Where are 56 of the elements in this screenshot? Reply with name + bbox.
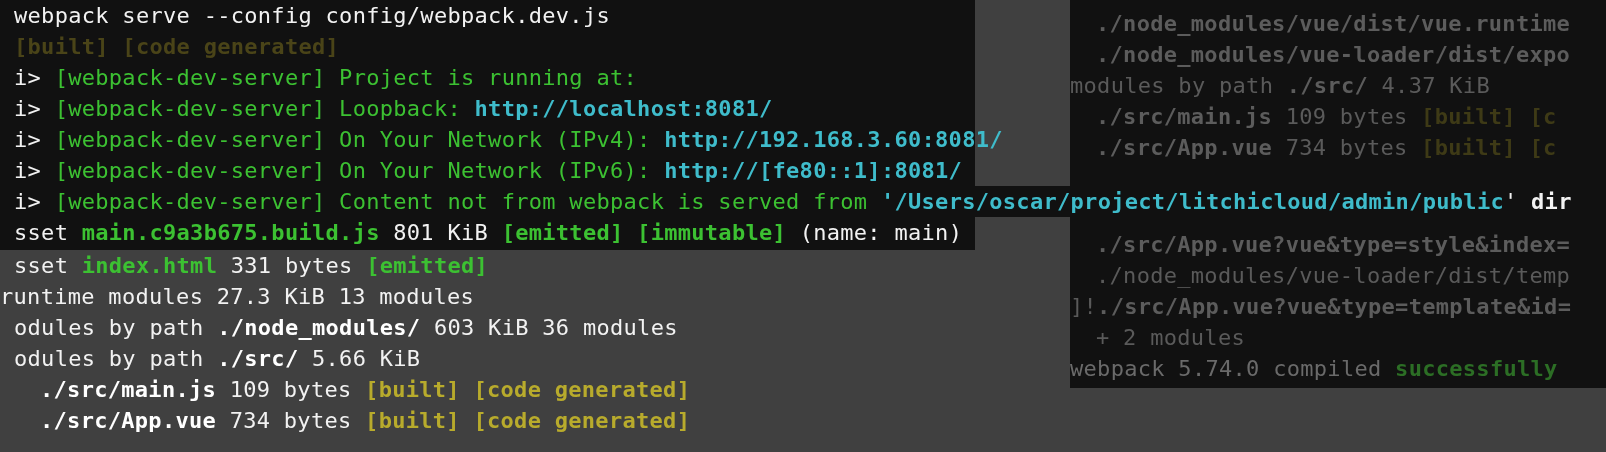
- terminal-text: [webpack-dev-server] Loopback:: [54, 96, 462, 121]
- terminal-text: 331 bytes: [229, 253, 354, 278]
- terminal-text: index.html: [81, 253, 218, 278]
- terminal-text: runtime modules 27.3 KiB 13 modules: [0, 284, 475, 309]
- terminal-text: [built] [code generated]: [365, 377, 691, 402]
- terminal-text: ./node_modules/vue/dist/vue.runtime: [1096, 11, 1571, 36]
- terminal-text: [webpack-dev-server] On Your Network (IPv4):: [54, 127, 652, 152]
- terminal-text: i>: [14, 189, 43, 214]
- terminal-text: sset: [14, 220, 70, 245]
- terminal-text: webpack 5.74.0 compiled: [1070, 356, 1383, 381]
- terminal-text: [emitted]: [366, 253, 489, 278]
- terminal-text: ': [1504, 189, 1519, 214]
- terminal-text: sset: [14, 253, 70, 278]
- terminal-text: http://[fe80::1]:8081/: [664, 158, 963, 183]
- terminal-text: http://localhost:8081/: [474, 96, 773, 121]
- terminal-text: 4.37 KiB: [1380, 73, 1490, 98]
- terminal-text: [built] [code generated]: [365, 408, 691, 433]
- terminal-text: http://192.168.3.60:8081/: [664, 127, 1003, 152]
- terminal-text: modules by path: [1070, 73, 1275, 98]
- terminal-text: dir: [1531, 189, 1572, 214]
- terminal-text: 801 KiB: [392, 220, 490, 245]
- terminal-text: ./node_modules/vue-loader/dist/temp: [1096, 263, 1571, 288]
- terminal-text: ./node_modules/vue-loader/dist/expo: [1096, 42, 1571, 67]
- terminal-text: odules by path: [14, 346, 205, 371]
- terminal-text: i>: [14, 96, 43, 121]
- terminal-text: [webpack-dev-server] Content not from webpack is served from: [54, 189, 869, 214]
- terminal-text: successfully: [1395, 356, 1558, 381]
- terminal-text: ]!: [1070, 294, 1098, 319]
- terminal-text: 734 bytes: [228, 408, 353, 433]
- terminal-text: main.c9a3b675.build.js: [81, 220, 380, 245]
- terminal-text: i>: [14, 158, 43, 183]
- terminal-text: 603 KiB 36 modules: [432, 315, 678, 340]
- terminal-text: (name: main): [798, 220, 963, 245]
- terminal-text: ./src/App.vue?vue&type=style&index=: [1096, 232, 1571, 257]
- terminal-text: ./src/App.vue: [1096, 135, 1273, 160]
- terminal-text: ./src/main.js: [1096, 104, 1273, 129]
- terminal-text: ./node_modules/: [217, 315, 421, 340]
- terminal-text: [built] [code generated]: [14, 34, 340, 59]
- terminal-text: ./src/: [1286, 73, 1368, 98]
- terminal-text: [emitted] [immutable]: [501, 220, 787, 245]
- terminal-text: ./src/App.vue: [40, 408, 217, 433]
- terminal-text: + 2 modules: [1096, 325, 1245, 350]
- terminal-text: odules by path: [14, 315, 205, 340]
- terminal-text: 5.66 KiB: [311, 346, 421, 371]
- terminal-text: i>: [14, 65, 43, 90]
- terminal-text: ./src/: [217, 346, 299, 371]
- terminal-text: 734 bytes: [1284, 135, 1409, 160]
- terminal-text: 109 bytes: [1284, 104, 1409, 129]
- terminal-text: 109 bytes: [228, 377, 353, 402]
- terminal-text: [webpack-dev-server] Project is running at:: [54, 65, 638, 90]
- terminal-text: ./src/App.vue?vue&type=template&id=: [1097, 294, 1572, 319]
- terminal-text: [webpack-dev-server] On Your Network (IPv6):: [54, 158, 652, 183]
- terminal-text: '/Users/oscar/project/litchicloud/admin/public: [880, 189, 1504, 214]
- terminal-text: i>: [14, 127, 43, 152]
- terminal-text: webpack serve --config config/webpack.dev.js: [14, 3, 610, 28]
- terminal-text: ./src/main.js: [40, 377, 217, 402]
